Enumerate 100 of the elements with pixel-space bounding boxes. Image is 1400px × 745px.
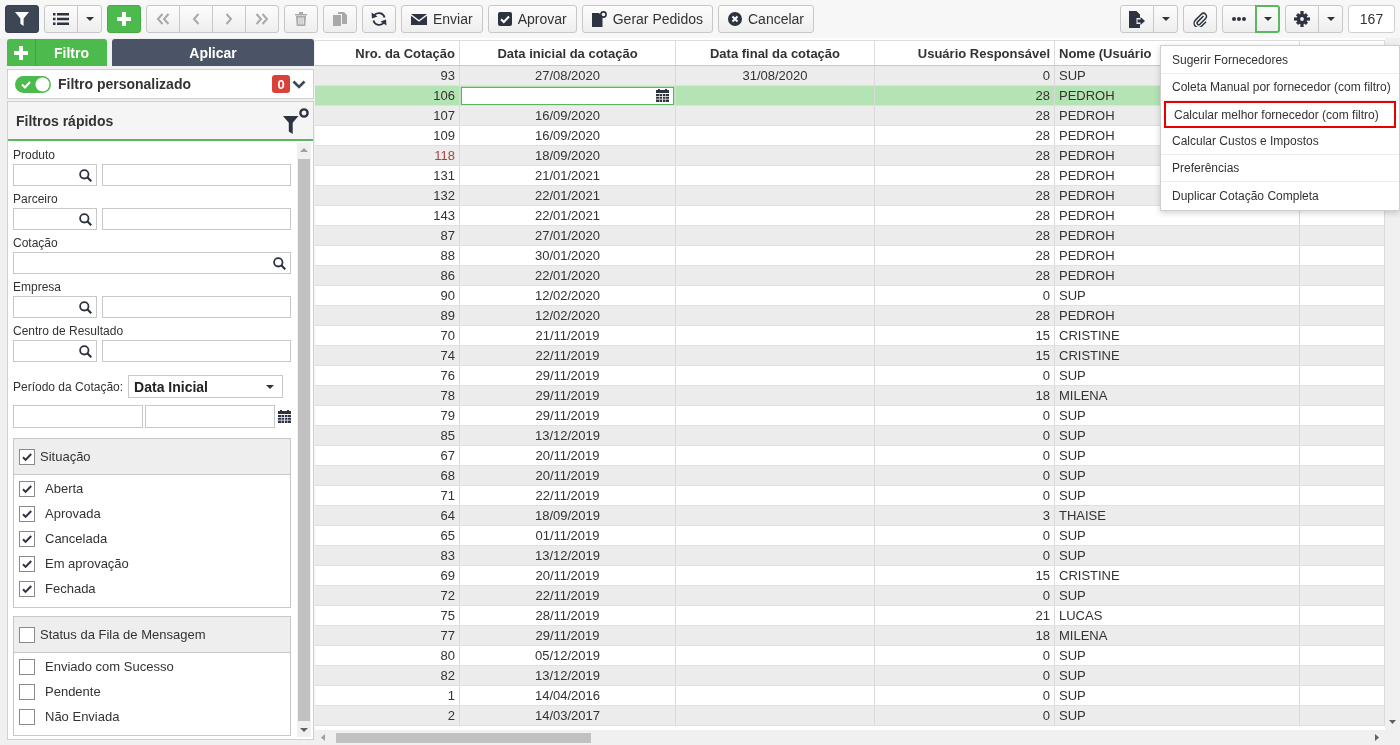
menu-item[interactable]: Preferências [1161, 155, 1399, 182]
checkbox[interactable] [19, 658, 35, 675]
vertical-scrollbar[interactable] [297, 143, 311, 737]
date-field[interactable] [145, 405, 275, 428]
add-button[interactable] [107, 5, 141, 33]
table-row[interactable]: 71 22/11/2019 0 SUP [315, 486, 1385, 506]
checkbox[interactable] [19, 580, 35, 597]
column-title[interactable]: Nome (Usuário [1059, 45, 1152, 61]
checkbox[interactable] [19, 708, 35, 725]
table-row[interactable]: 74 22/11/2019 15 CRISTINE [315, 346, 1385, 366]
user-name: PEDROH [1059, 188, 1115, 203]
table-cell: 31/08/2020 [676, 66, 875, 85]
table-row[interactable]: 64 18/09/2019 3 THAISE [315, 506, 1385, 526]
apply-button[interactable]: Aplicar [112, 39, 314, 66]
scrollbar-thumb[interactable] [336, 732, 591, 743]
scroll-down-icon [1389, 720, 1396, 724]
table-row[interactable]: 87 27/01/2020 28 PEDROH [315, 226, 1385, 246]
export-button[interactable] [1120, 5, 1154, 33]
checkbox[interactable] [19, 555, 35, 572]
table-row[interactable]: 82 13/12/2019 0 SUP [315, 666, 1385, 686]
user-name: SUP [1059, 408, 1086, 423]
user-name: SUP [1059, 448, 1086, 463]
scroll-left-icon [321, 734, 325, 741]
table-row[interactable]: 72 22/11/2019 0 SUP [315, 586, 1385, 606]
trash-icon [295, 12, 307, 26]
search-field[interactable] [13, 252, 291, 274]
user-name: CRISTINE [1059, 328, 1120, 343]
cancel-button[interactable]: Cancelar [718, 5, 815, 33]
caret-icon [1326, 17, 1335, 21]
checkbox[interactable] [19, 530, 35, 547]
table-row[interactable]: 68 20/11/2019 0 SUP [315, 466, 1385, 486]
code-field[interactable] [13, 296, 97, 318]
checkbox[interactable] [19, 505, 35, 522]
table-row[interactable]: 2 14/03/2017 0 SUP [315, 706, 1385, 726]
date-field[interactable] [13, 405, 143, 428]
table-row[interactable]: 65 01/11/2019 0 SUP [315, 526, 1385, 546]
description-field[interactable] [102, 164, 291, 186]
table-row[interactable]: 88 30/01/2020 28 PEDROH [315, 246, 1385, 266]
generate-orders-button[interactable]: Gerar Pedidos [581, 5, 713, 33]
column-header[interactable]: Usuário Responsável [875, 41, 1055, 65]
code-field[interactable] [13, 164, 97, 186]
attach-button[interactable] [1183, 5, 1217, 33]
table-row[interactable]: 75 28/11/2019 21 LUCAS [315, 606, 1385, 626]
code-field[interactable] [13, 208, 97, 230]
table-cell: 12/02/2020 [460, 306, 676, 325]
scrollbar-thumb[interactable] [298, 159, 310, 721]
description-field[interactable] [102, 208, 291, 230]
user-name: PEDROH [1059, 128, 1115, 143]
table-row[interactable]: 90 12/02/2020 0 SUP [315, 286, 1385, 306]
list-view-button[interactable] [44, 5, 78, 33]
table-row[interactable]: 80 05/12/2019 0 SUP [315, 646, 1385, 666]
table-cell: 21/11/2019 [460, 326, 676, 345]
caret-icon [266, 384, 275, 389]
horizontal-scrollbar[interactable] [315, 730, 1400, 745]
table-cell: 18/09/2019 [460, 506, 676, 525]
table-row[interactable]: 77 29/11/2019 18 MILENA [315, 626, 1385, 646]
chevron-down-icon[interactable] [292, 79, 306, 89]
description-field[interactable] [102, 296, 291, 318]
chevron-left-icon [192, 13, 200, 25]
checkbox[interactable] [19, 626, 35, 643]
menu-item[interactable]: Coleta Manual por fornecedor (com filtro) [1161, 74, 1399, 101]
table-row[interactable]: 69 20/11/2019 15 CRISTINE [315, 566, 1385, 586]
column-header[interactable]: Data inicial da cotação [460, 41, 676, 65]
table-row[interactable]: 1 14/04/2016 0 SUP [315, 686, 1385, 706]
table-row[interactable]: 79 29/11/2019 0 SUP [315, 406, 1385, 426]
scroll-down-icon [300, 728, 308, 732]
approve-button[interactable]: Aprovar [487, 5, 577, 33]
period-select[interactable]: Data Inicial [128, 375, 284, 398]
column-header[interactable]: Nro. da Cotação [315, 41, 460, 65]
table-row[interactable]: 78 29/11/2019 18 MILENA [315, 386, 1385, 406]
date-input-field[interactable] [461, 86, 674, 105]
user-name: PEDROH [1059, 268, 1115, 283]
table-row[interactable]: 83 13/12/2019 0 SUP [315, 546, 1385, 566]
refresh-button[interactable] [362, 5, 396, 33]
checkbox[interactable] [19, 480, 35, 497]
table-row[interactable]: 67 20/11/2019 0 SUP [315, 446, 1385, 466]
table-cell: 93 [315, 66, 460, 85]
filter-button[interactable] [5, 5, 39, 33]
menu-item[interactable]: Sugerir Fornecedores [1161, 47, 1399, 74]
table-cell: 76 [315, 366, 460, 385]
description-field[interactable] [102, 340, 291, 362]
settings-button[interactable] [1285, 5, 1319, 33]
table-cell: 28 [875, 306, 1055, 325]
table-row[interactable]: 76 29/11/2019 0 SUP [315, 366, 1385, 386]
column-header[interactable]: Data final da cotação [676, 41, 875, 65]
more-button[interactable] [1222, 5, 1256, 33]
field-label: Período da Cotação: [13, 379, 124, 394]
checkbox[interactable] [19, 448, 35, 465]
menu-item[interactable]: Calcular Custos e Impostos [1161, 128, 1399, 155]
code-field[interactable] [13, 340, 97, 362]
table-row[interactable]: 85 13/12/2019 0 SUP [315, 426, 1385, 446]
checkbox[interactable] [19, 683, 35, 700]
toggle-switch[interactable] [15, 75, 51, 93]
table-row[interactable]: 86 22/01/2020 28 PEDROH [315, 266, 1385, 286]
table-row[interactable]: 143 22/01/2021 28 PEDROH [315, 206, 1385, 226]
table-cell: 85 [315, 426, 460, 445]
table-row[interactable]: 89 12/02/2020 28 PEDROH [315, 306, 1385, 326]
table-row[interactable]: 70 21/11/2019 15 CRISTINE [315, 326, 1385, 346]
send-button[interactable]: Enviar [401, 5, 483, 33]
menu-item[interactable]: Calcular melhor fornecedor (com filtro) [1164, 101, 1396, 128]
